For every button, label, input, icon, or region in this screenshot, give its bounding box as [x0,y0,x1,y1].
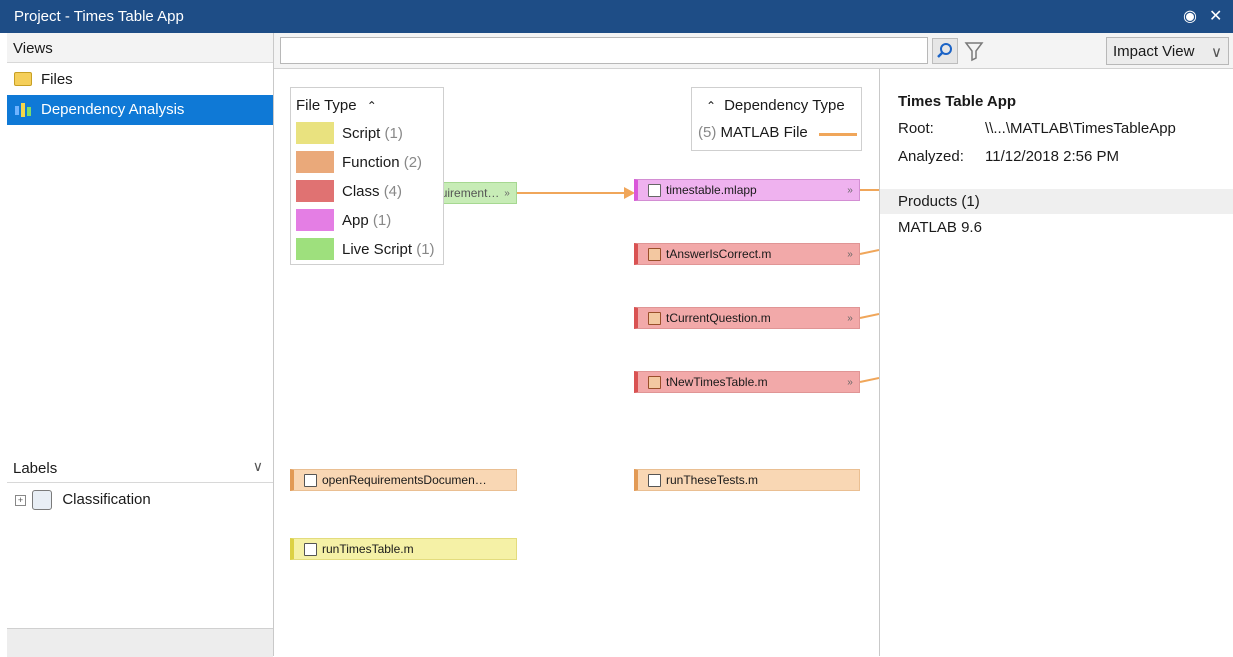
legend-item-name: Class [342,183,380,200]
legend-item-name: MATLAB File [720,124,808,141]
graph-node-function[interactable]: runTheseTests.m [634,469,860,491]
view-mode-select[interactable]: Impact View ∨ [1106,37,1229,65]
expand-node-icon[interactable]: » [841,249,859,260]
graph-node-label: timestable.mlapp [666,183,757,197]
folder-icon [14,72,32,86]
analyzed-label: Analyzed: [898,148,964,165]
close-icon[interactable]: ✕ [1209,6,1222,26]
project-title: Times Table App [898,93,1017,110]
file-type-legend-title-text: File Type [296,97,357,114]
labels-section: Labels ∨ + Classification [7,453,273,656]
graph-node-label: runTimesTable.m [322,542,414,556]
graph-toolbar: Impact View ∨ [274,33,1233,69]
graph-node-label: tCurrentQuestion.m [666,311,771,325]
legend-swatch [296,122,334,144]
script-file-icon [304,542,317,556]
collapse-icon[interactable]: ⌃ [706,99,716,113]
details-panel: Times Table App Root: \\...\MATLAB\Times… [879,69,1233,656]
class-file-icon [648,375,661,389]
search-icon[interactable] [932,38,958,64]
dependency-type-legend: ⌃ Dependency Type (5) MATLAB File [691,87,862,151]
view-item-dependency-analysis-label: Dependency Analysis [41,101,185,118]
legend-swatch [296,238,334,260]
view-item-dependency-analysis[interactable]: Dependency Analysis [7,95,273,125]
search-input[interactable] [280,37,928,64]
legend-swatch [296,180,334,202]
legend-item-count: (1) [384,125,403,142]
view-mode-select-value: Impact View [1113,43,1195,60]
labels-header[interactable]: Labels ∨ [7,453,273,483]
graph-node-label: runTheseTests.m [666,473,759,487]
filter-icon[interactable] [961,38,987,64]
file-type-legend-title[interactable]: File Type ⌃ [296,97,377,114]
products-header-label: Products (1) [898,193,980,210]
root-value: \\...\MATLAB\TimesTableApp [985,120,1176,137]
product-item: MATLAB 9.6 [898,219,982,236]
graph-node-class[interactable]: tNewTimesTable.m » [634,371,860,393]
graph-node-app[interactable]: timestable.mlapp » [634,179,860,201]
left-panel: Views Files Dependency Analysis Labels ∨… [7,33,274,657]
legend-item-count: (1) [416,241,435,258]
window-title: Project - Times Table App [14,8,184,25]
edge-class2-out [859,313,879,319]
title-bar: Project - Times Table App ◉ ✕ [0,0,1233,33]
expand-node-icon[interactable]: » [841,377,859,388]
expand-node-icon[interactable]: » [841,313,859,324]
products-header[interactable]: Products (1) [880,189,1233,214]
left-panel-footer [7,628,273,657]
legend-swatch [296,151,334,173]
analyzed-value: 11/12/2018 2:56 PM [985,148,1119,165]
expand-icon[interactable]: + [15,494,26,506]
views-header-label: Views [13,40,53,57]
class-file-icon [648,311,661,325]
legend-item-name: Script [342,125,381,142]
app-file-icon [648,183,661,197]
graph-node-class[interactable]: tAnswerIsCorrect.m » [634,243,860,265]
file-type-legend: File Type ⌃ Script (1) Function (2) Clas… [290,87,444,265]
chevron-down-icon[interactable]: ∨ [253,458,263,475]
graph-node-label: tAnswerIsCorrect.m [666,247,772,261]
graph-node-script[interactable]: runTimesTable.m [290,538,517,560]
chevron-down-icon: ∨ [1211,44,1222,61]
labels-header-label: Labels [13,460,58,477]
dependency-type-legend-title-text: Dependency Type [724,97,845,114]
function-file-icon [304,473,317,487]
legend-item-count: (4) [383,183,403,200]
collapse-icon[interactable]: ⌃ [367,99,377,113]
tree-item-classification[interactable]: + Classification [15,490,151,510]
expand-node-icon[interactable]: » [841,185,859,196]
graph-node-label: openRequirementsDocumen… [322,473,487,487]
edge-class3-out [859,377,879,383]
legend-item-count: (5) [698,124,717,141]
dependency-graph-canvas[interactable]: openRequirement… » timestable.mlapp » tA… [274,69,879,656]
view-item-files-label: Files [41,71,73,88]
expand-node-icon[interactable]: » [498,188,516,199]
legend-item-count: (1) [372,212,392,229]
dependency-type-legend-title[interactable]: ⌃ Dependency Type [706,97,845,114]
legend-swatch [296,209,334,231]
legend-item-name: Function [342,154,400,171]
graph-node-label: tNewTimesTable.m [666,375,768,389]
legend-item-count: (2) [403,154,423,171]
class-file-icon [648,247,661,261]
root-label: Root: [898,120,934,137]
legend-line-swatch [819,133,857,136]
legend-item-name: App [342,212,369,229]
graph-node-function[interactable]: openRequirementsDocumen… [290,469,517,491]
view-item-files[interactable]: Files [7,65,273,95]
views-header: Views [7,33,273,63]
window-menu-icon[interactable]: ◉ [1183,6,1197,26]
graph-node-class[interactable]: tCurrentQuestion.m » [634,307,860,329]
legend-item-name: Live Script [342,241,413,258]
function-file-icon [648,473,661,487]
tree-item-classification-label: Classification [62,490,151,508]
label-category-icon [32,490,53,510]
legend-item-matlab-file[interactable]: (5) MATLAB File [698,124,808,141]
edge-class1-out [859,249,879,255]
dependency-graph-icon [15,103,35,117]
